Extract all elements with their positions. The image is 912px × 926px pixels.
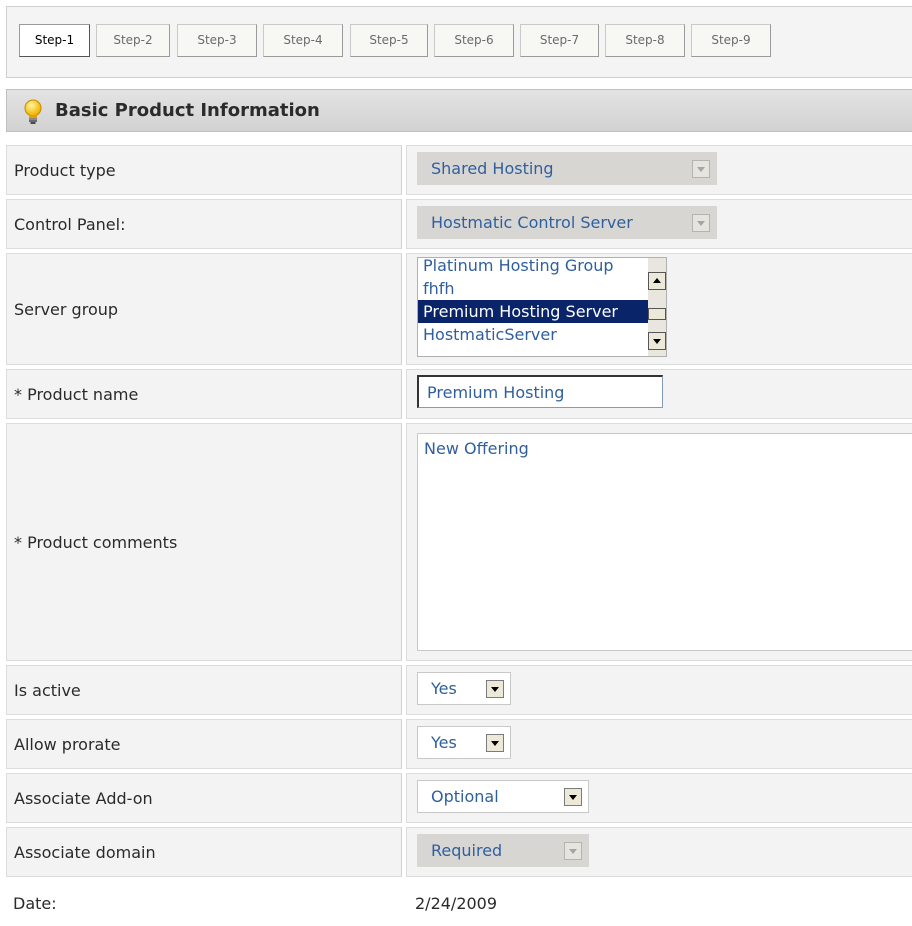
is-active-label: Is active <box>6 665 402 715</box>
list-item[interactable]: Platinum Hosting Group <box>418 258 648 277</box>
product-type-label: Product type <box>6 145 402 195</box>
chevron-down-icon[interactable] <box>692 160 710 178</box>
date-label: Date: <box>6 881 402 926</box>
chevron-down-icon[interactable] <box>486 680 504 698</box>
is-active-select[interactable]: Yes <box>417 672 511 705</box>
tab-step-1[interactable]: Step-1 <box>19 24 90 57</box>
list-item[interactable]: HostmaticServer <box>418 323 648 346</box>
scroll-up-arrow-icon[interactable] <box>648 272 666 290</box>
product-type-select[interactable]: Shared Hosting <box>417 152 717 185</box>
section-header: Basic Product Information <box>6 89 912 132</box>
control-panel-select[interactable]: Hostmatic Control Server <box>417 206 717 239</box>
product-name-input[interactable] <box>417 375 663 408</box>
list-item-selected[interactable]: Premium Hosting Server <box>418 300 648 323</box>
tab-step-5[interactable]: Step-5 <box>350 24 428 57</box>
product-comments-textarea[interactable]: New Offering <box>417 433 912 651</box>
row-product-comments: * Product comments New Offering <box>6 423 912 661</box>
tab-step-3[interactable]: Step-3 <box>177 24 257 57</box>
associate-domain-label: Associate domain <box>6 827 402 877</box>
lightbulb-icon <box>24 99 42 124</box>
associate-addon-value: Optional <box>431 787 499 806</box>
row-associate-domain: Associate domain Required <box>6 827 912 877</box>
tab-step-6[interactable]: Step-6 <box>434 24 514 57</box>
allow-prorate-value: Yes <box>431 733 457 752</box>
associate-addon-select[interactable]: Optional <box>417 780 589 813</box>
associate-addon-label: Associate Add-on <box>6 773 402 823</box>
row-allow-prorate: Allow prorate Yes <box>6 719 912 769</box>
scrollbar[interactable] <box>648 258 666 356</box>
product-name-label: * Product name <box>6 369 402 419</box>
row-is-active: Is active Yes <box>6 665 912 715</box>
chevron-down-icon[interactable] <box>692 214 710 232</box>
associate-domain-value: Required <box>431 841 503 860</box>
control-panel-label: Control Panel: <box>6 199 402 249</box>
row-product-name: * Product name <box>6 369 912 419</box>
product-comments-label: * Product comments <box>6 423 402 661</box>
row-date: Date: 2/24/2009 <box>6 881 912 926</box>
tab-step-7[interactable]: Step-7 <box>520 24 599 57</box>
allow-prorate-select[interactable]: Yes <box>417 726 511 759</box>
is-active-value: Yes <box>431 679 457 698</box>
tab-step-2[interactable]: Step-2 <box>96 24 170 57</box>
control-panel-value: Hostmatic Control Server <box>431 213 633 232</box>
row-product-type: Product type Shared Hosting <box>6 145 912 195</box>
chevron-down-icon[interactable] <box>564 842 582 860</box>
tab-step-9[interactable]: Step-9 <box>691 24 771 57</box>
server-group-listbox[interactable]: Platinum Hosting Group fhfh Premium Host… <box>417 257 667 357</box>
scroll-thumb[interactable] <box>648 308 666 320</box>
row-associate-addon: Associate Add-on Optional <box>6 773 912 823</box>
chevron-down-icon[interactable] <box>564 788 582 806</box>
product-type-value: Shared Hosting <box>431 159 554 178</box>
section-title: Basic Product Information <box>55 100 320 121</box>
scroll-down-arrow-icon[interactable] <box>648 332 666 350</box>
tab-step-8[interactable]: Step-8 <box>605 24 685 57</box>
step-tabs: Step-1 Step-2 Step-3 Step-4 Step-5 Step-… <box>6 6 912 78</box>
tab-step-4[interactable]: Step-4 <box>263 24 343 57</box>
chevron-down-icon[interactable] <box>486 734 504 752</box>
associate-domain-select[interactable]: Required <box>417 834 589 867</box>
server-group-label: Server group <box>6 253 402 365</box>
list-item[interactable]: fhfh <box>418 277 648 300</box>
date-value: 2/24/2009 <box>415 894 498 913</box>
row-control-panel: Control Panel: Hostmatic Control Server <box>6 199 912 249</box>
allow-prorate-label: Allow prorate <box>6 719 402 769</box>
row-server-group: Server group Platinum Hosting Group fhfh… <box>6 253 912 365</box>
